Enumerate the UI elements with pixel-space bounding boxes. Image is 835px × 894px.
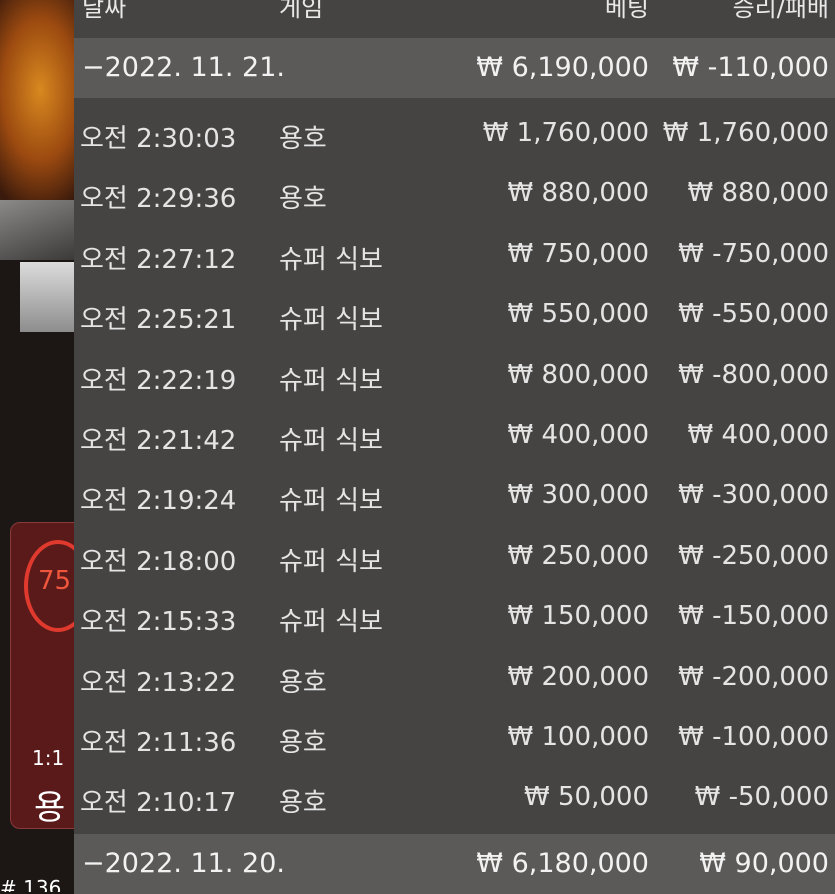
date-group-row[interactable]: −2022. 11. 21. ₩ 6,190,000 ₩ -110,000	[74, 38, 835, 98]
row-time: 오전 2:11:36	[80, 728, 237, 758]
history-row[interactable]: 오전 2:13:22 용호 ₩ 200,000 ₩ -200,000	[74, 646, 835, 706]
header-game[interactable]: 게임	[279, 0, 323, 23]
history-row[interactable]: 오전 2:18:00 슈퍼 식보 ₩ 250,000 ₩ -250,000	[74, 525, 835, 585]
history-row[interactable]: 오전 2:22:19 슈퍼 식보 ₩ 800,000 ₩ -800,000	[74, 344, 835, 404]
card-tray-image	[20, 262, 80, 332]
row-result: ₩ -50,000	[694, 782, 829, 812]
row-result: ₩ -800,000	[678, 360, 829, 390]
row-time: 오전 2:13:22	[80, 668, 237, 698]
history-row[interactable]: 오전 2:21:42 슈퍼 식보 ₩ 400,000 ₩ 400,000	[74, 404, 835, 464]
header-result[interactable]: 승리/패배	[733, 0, 829, 23]
group-result-total: ₩ -110,000	[672, 52, 829, 83]
row-result: ₩ 400,000	[687, 420, 830, 450]
header-bet[interactable]: 베팅	[605, 0, 649, 23]
row-result: ₩ -250,000	[678, 541, 829, 571]
row-time: 오전 2:19:24	[80, 486, 237, 516]
row-game: 용호	[279, 728, 327, 758]
payout-ratio: 1:1	[32, 746, 65, 770]
row-game: 용호	[279, 668, 327, 698]
row-game: 용호	[279, 788, 327, 818]
group-date: −2022. 11. 20.	[82, 848, 285, 879]
row-time: 오전 2:21:42	[80, 426, 237, 456]
row-bet: ₩ 750,000	[507, 239, 650, 269]
row-time: 오전 2:22:19	[80, 366, 237, 396]
row-game: 슈퍼 식보	[279, 366, 383, 396]
history-row[interactable]: 오전 2:29:36 용호 ₩ 880,000 ₩ 880,000	[74, 162, 835, 222]
row-bet: ₩ 400,000	[507, 420, 650, 450]
group-result-total: ₩ 90,000	[699, 848, 829, 879]
row-bet: ₩ 300,000	[507, 480, 650, 510]
history-row[interactable]: 오전 2:30:03 용호 ₩ 1,760,000 ₩ 1,760,000	[74, 102, 835, 162]
bet-history-panel: 날짜 게임 베팅 승리/패배 −2022. 11. 21. ₩ 6,190,00…	[74, 0, 835, 894]
history-row[interactable]: 오전 2:25:21 슈퍼 식보 ₩ 550,000 ₩ -550,000	[74, 283, 835, 343]
history-row[interactable]: 오전 2:19:24 슈퍼 식보 ₩ 300,000 ₩ -300,000	[74, 464, 835, 524]
row-time: 오전 2:10:17	[80, 788, 237, 818]
dragon-percent: 75	[38, 566, 72, 596]
row-result: ₩ 1,760,000	[662, 118, 829, 148]
row-game: 용호	[279, 124, 327, 154]
row-result: ₩ -150,000	[678, 601, 829, 631]
history-row[interactable]: 오전 2:11:36 용호 ₩ 100,000 ₩ -100,000	[74, 706, 835, 766]
row-result: ₩ -100,000	[678, 722, 829, 752]
row-result: ₩ -200,000	[678, 662, 829, 692]
row-game: 슈퍼 식보	[279, 305, 383, 335]
row-result: ₩ -300,000	[678, 480, 829, 510]
row-result: ₩ -550,000	[678, 299, 829, 329]
header-date[interactable]: 날짜	[82, 0, 126, 23]
date-group-row[interactable]: −2022. 11. 20. ₩ 6,180,000 ₩ 90,000	[74, 834, 835, 894]
row-game: 슈퍼 식보	[279, 607, 383, 637]
group-bet-total: ₩ 6,180,000	[476, 848, 649, 879]
row-result: ₩ 880,000	[687, 178, 830, 208]
group-date: −2022. 11. 21.	[82, 52, 285, 83]
row-game: 용호	[279, 184, 327, 214]
row-bet: ₩ 550,000	[507, 299, 650, 329]
history-row[interactable]: 오전 2:10:17 용호 ₩ 50,000 ₩ -50,000	[74, 766, 835, 826]
row-bet: ₩ 200,000	[507, 662, 650, 692]
row-bet: ₩ 100,000	[507, 722, 650, 752]
row-result: ₩ -750,000	[678, 239, 829, 269]
row-bet: ₩ 250,000	[507, 541, 650, 571]
row-game: 슈퍼 식보	[279, 245, 383, 275]
row-time: 오전 2:27:12	[80, 245, 237, 275]
row-bet: ₩ 880,000	[507, 178, 650, 208]
group-bet-total: ₩ 6,190,000	[476, 52, 649, 83]
row-time: 오전 2:15:33	[80, 607, 237, 637]
dragon-label: 용	[34, 788, 66, 828]
history-row[interactable]: 오전 2:15:33 슈퍼 식보 ₩ 150,000 ₩ -150,000	[74, 585, 835, 645]
card-shoe-image	[0, 200, 80, 260]
row-time: 오전 2:25:21	[80, 305, 237, 335]
history-row[interactable]: 오전 2:27:12 슈퍼 식보 ₩ 750,000 ₩ -750,000	[74, 223, 835, 283]
row-time: 오전 2:29:36	[80, 184, 237, 214]
row-game: 슈퍼 식보	[279, 426, 383, 456]
row-time: 오전 2:30:03	[80, 124, 237, 154]
row-bet: ₩ 50,000	[524, 782, 649, 812]
round-number: # 136	[0, 876, 62, 892]
history-header: 날짜 게임 베팅 승리/패배	[74, 0, 835, 28]
row-bet: ₩ 150,000	[507, 601, 650, 631]
row-time: 오전 2:18:00	[80, 547, 237, 577]
row-game: 슈퍼 식보	[279, 547, 383, 577]
row-bet: ₩ 800,000	[507, 360, 650, 390]
row-game: 슈퍼 식보	[279, 486, 383, 516]
row-bet: ₩ 1,760,000	[482, 118, 649, 148]
